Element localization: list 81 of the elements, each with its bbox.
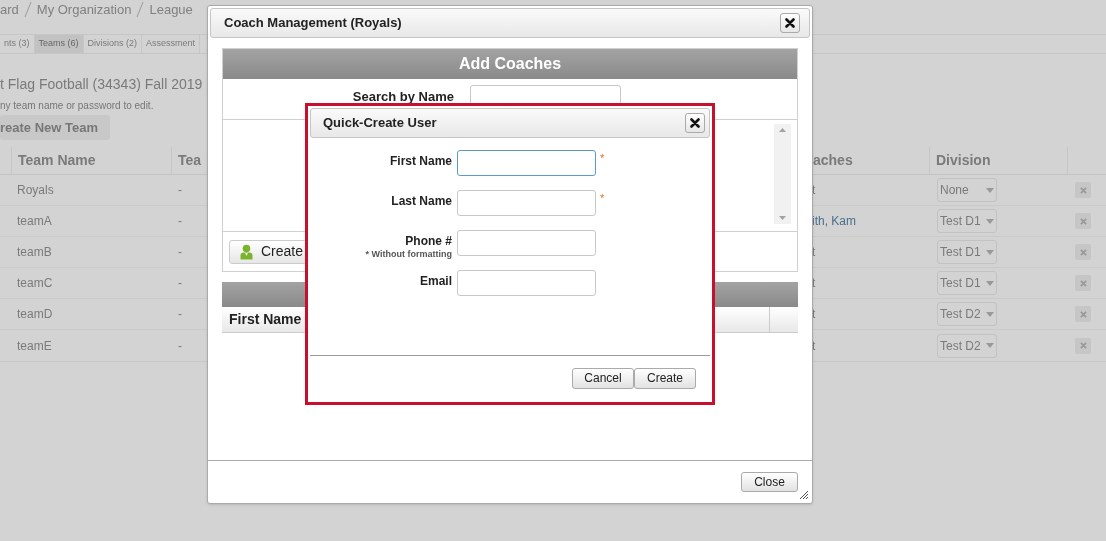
division-dropdown[interactable]: Test D1 bbox=[937, 209, 997, 234]
dialog-title: Quick-Create User bbox=[323, 114, 437, 133]
division-dropdown[interactable]: None bbox=[937, 178, 997, 203]
text-field[interactable] bbox=[457, 230, 596, 256]
delete-button[interactable] bbox=[1075, 244, 1091, 261]
page-title: t Flag Football (34343) Fall 2019 bbox=[0, 77, 203, 91]
close-icon bbox=[1079, 310, 1087, 318]
required-marker: * bbox=[600, 151, 605, 166]
division-dropdown[interactable]: Test D1 bbox=[937, 271, 997, 296]
section-title: Add Coaches bbox=[458, 54, 562, 74]
close-icon bbox=[785, 18, 795, 28]
slash-separator-icon bbox=[136, 1, 145, 17]
field-note: * Without formatting bbox=[365, 249, 452, 260]
column-header: aches bbox=[813, 151, 853, 171]
caret-icon bbox=[986, 218, 994, 224]
dialog-title: Coach Management (Royals) bbox=[224, 14, 402, 33]
field-label: Phone # bbox=[405, 234, 452, 249]
tab[interactable]: Assessment bbox=[142, 35, 201, 53]
close-icon bbox=[690, 118, 700, 128]
column-header: Tea bbox=[178, 151, 202, 171]
caret-icon bbox=[986, 343, 994, 349]
field-label: First Name bbox=[389, 154, 452, 169]
tab[interactable]: nts (3) bbox=[0, 35, 35, 53]
table-cell-text: - bbox=[178, 275, 182, 293]
column-header: Team Name bbox=[18, 151, 96, 171]
division-dropdown[interactable]: Test D1 bbox=[937, 240, 997, 265]
division-dropdown[interactable]: Test D2 bbox=[937, 333, 997, 358]
team-name-cell-text: teamB bbox=[17, 244, 52, 262]
scroll-up-icon bbox=[779, 128, 786, 132]
dialog-button[interactable]: Cancel bbox=[572, 367, 634, 389]
delete-button[interactable] bbox=[1075, 275, 1091, 292]
close-button[interactable] bbox=[685, 113, 705, 133]
column-header: First Name bbox=[228, 310, 303, 329]
resize-grip-icon bbox=[800, 491, 808, 499]
caret-icon bbox=[986, 187, 994, 193]
close-icon bbox=[1079, 342, 1087, 350]
field-label: Last Name bbox=[391, 194, 452, 209]
close-icon bbox=[1079, 248, 1087, 256]
table-cell-text: - bbox=[178, 213, 182, 231]
caret-icon bbox=[986, 249, 994, 255]
team-name-cell-text: teamA bbox=[17, 213, 52, 231]
close-button[interactable] bbox=[780, 13, 800, 33]
scrollbar[interactable] bbox=[774, 124, 791, 224]
text-field[interactable] bbox=[457, 150, 596, 176]
field-label: Email bbox=[420, 274, 452, 289]
scroll-down-icon bbox=[779, 216, 786, 220]
team-name-cell-text: teamC bbox=[17, 275, 53, 293]
division-dropdown[interactable]: Test D2 bbox=[937, 302, 997, 327]
close-button[interactable]: Close bbox=[741, 472, 798, 492]
text-field[interactable] bbox=[457, 270, 596, 296]
table-cell-text: - bbox=[178, 244, 182, 262]
field-label: Search by Name bbox=[351, 88, 454, 106]
team-name-cell-text: teamE bbox=[17, 337, 52, 355]
table-cell-text: - bbox=[178, 182, 182, 200]
coach-link[interactable]: ith, Kam bbox=[812, 212, 856, 231]
team-name-cell-text: teamD bbox=[17, 306, 53, 324]
caret-icon bbox=[986, 311, 994, 317]
delete-button[interactable] bbox=[1075, 306, 1091, 323]
slash-separator-icon bbox=[23, 1, 32, 17]
close-icon bbox=[1079, 279, 1087, 287]
breadcrumb-link[interactable]: ard bbox=[0, 2, 19, 16]
breadcrumb-link[interactable]: League bbox=[149, 2, 193, 16]
delete-button[interactable] bbox=[1075, 213, 1091, 230]
delete-button[interactable] bbox=[1075, 182, 1091, 199]
dialog-button[interactable]: Create bbox=[634, 367, 696, 389]
breadcrumb-link[interactable]: My Organization bbox=[36, 2, 132, 16]
text-field[interactable] bbox=[457, 190, 596, 216]
delete-button[interactable] bbox=[1075, 337, 1091, 354]
create-team-button[interactable]: reate New Team bbox=[0, 115, 111, 141]
person-icon bbox=[240, 243, 253, 260]
tab[interactable]: Divisions (2) bbox=[83, 35, 143, 53]
table-cell-text: - bbox=[178, 306, 182, 324]
column-header: Division bbox=[936, 151, 991, 171]
table-cell-text: - bbox=[178, 337, 182, 355]
required-marker: * bbox=[600, 191, 605, 206]
close-icon bbox=[1079, 186, 1087, 194]
close-icon bbox=[1079, 217, 1087, 225]
tab[interactable]: Teams (6) bbox=[34, 35, 84, 53]
hint-text: ny team name or password to edit. bbox=[0, 101, 154, 111]
team-name-cell-text: Royals bbox=[17, 182, 54, 200]
caret-icon bbox=[986, 280, 994, 286]
